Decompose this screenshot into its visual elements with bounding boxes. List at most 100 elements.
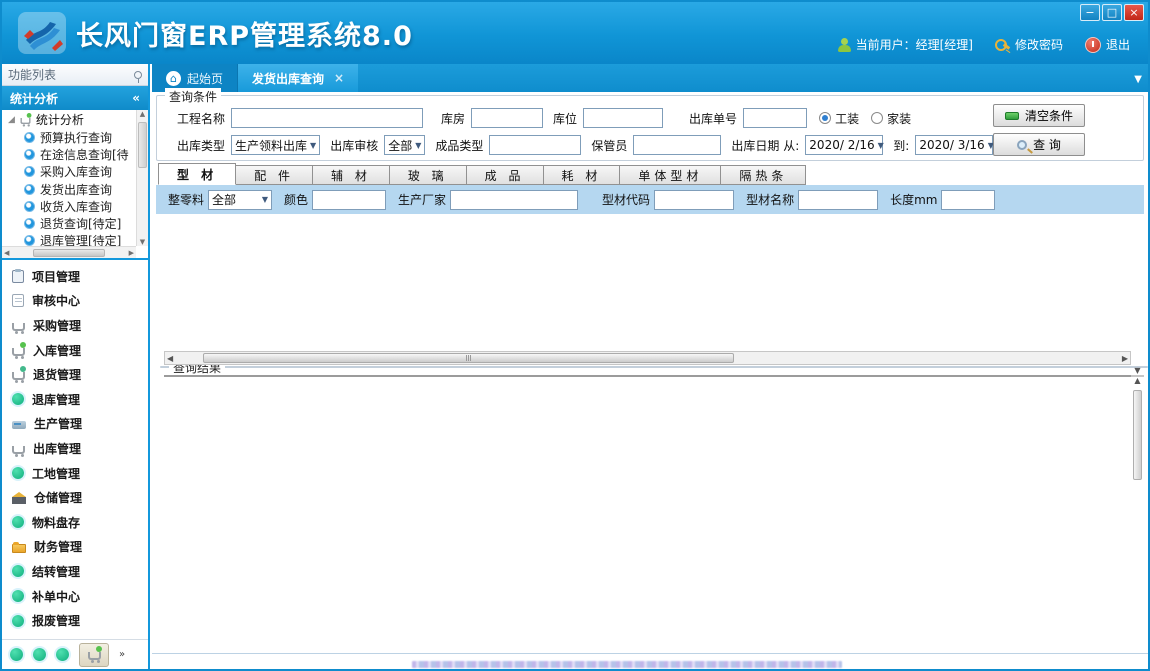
outbound-type-select[interactable]: 生产领料出库▼ [231, 135, 320, 155]
sidebar-item-dot[interactable]: 报废管理 [2, 608, 148, 633]
column-header[interactable]: 型材代码 [826, 376, 882, 377]
table-hscrollbar[interactable]: ◀ ▶ [164, 351, 1131, 365]
logout-button[interactable]: 退出 [1085, 36, 1130, 53]
query-group-title: 查询条件 [165, 88, 221, 105]
sidebar-item-warehouse[interactable]: 仓储管理 [2, 485, 148, 510]
app-window: 长风门窗ERP管理系统8.0 − □ × 当前用户：经理[经理] 修改密码 退出… [0, 0, 1150, 671]
material-tab[interactable]: 成 品 [467, 165, 544, 185]
sidebar-item-dot[interactable]: 工地管理 [2, 461, 148, 486]
order-no-input[interactable] [743, 108, 807, 128]
maker-input[interactable] [450, 190, 578, 210]
column-header[interactable]: 库房 [469, 376, 509, 377]
column-header[interactable]: 长度 [934, 376, 976, 377]
tree-item[interactable]: 采购入库查询 [2, 163, 148, 180]
quick-dot-icon[interactable] [33, 648, 46, 661]
material-tab[interactable]: 型 材 [158, 163, 236, 185]
dot-icon [12, 467, 24, 479]
tree-item[interactable]: 退货查询[待定] [2, 215, 148, 232]
profile-code-label: 型材代码 [602, 191, 650, 208]
sidebar-item-cart-return[interactable]: 退货管理 [2, 362, 148, 387]
column-header[interactable]: 生产厂家 [776, 376, 826, 377]
change-password-button[interactable]: 修改密码 [995, 36, 1063, 53]
tree-root-node[interactable]: ◢ 统计分析 [2, 110, 148, 129]
sidebar-item-cart-out[interactable]: 出库管理 [2, 436, 148, 461]
project-name-input[interactable] [231, 108, 423, 128]
column-header[interactable]: 出库单号 [237, 376, 287, 377]
user-bar: 当前用户：经理[经理] 修改密码 退出 [823, 36, 1130, 53]
radio-jiazhuang[interactable] [871, 112, 883, 124]
column-header[interactable]: 保管员 [419, 376, 469, 377]
profile-name-input[interactable] [798, 190, 878, 210]
tree-item[interactable]: 收货入库查询 [2, 198, 148, 215]
column-header[interactable]: 工程 [349, 376, 419, 377]
whole-piece-select[interactable]: 全部▼ [208, 190, 272, 210]
column-header[interactable]: 颜色 [602, 376, 646, 377]
expand-arrow-icon[interactable]: ◢ [8, 115, 15, 125]
search-button[interactable]: 查 询 [993, 133, 1085, 156]
sidebar-expander[interactable]: » [119, 651, 125, 659]
column-header[interactable]: 出库类型 [165, 376, 237, 377]
material-tab[interactable]: 耗 材 [544, 165, 621, 185]
stats-section-header[interactable]: 统计分析 « [2, 86, 148, 110]
material-tab[interactable]: 单体型材 [620, 165, 721, 185]
sidebar-item-dot[interactable]: 退库管理 [2, 387, 148, 412]
sidebar-item-dot[interactable]: 补单中心 [2, 584, 148, 609]
tree-hscrollbar[interactable]: ◀▶ [2, 246, 136, 258]
sidebar-item-folder[interactable]: 财务管理 [2, 535, 148, 560]
tree-item[interactable]: 发货出库查询 [2, 181, 148, 198]
sidebar-item-clipboard[interactable]: 项目管理 [2, 264, 148, 289]
date-from-picker[interactable]: 2020/ 2/16▼ [805, 135, 883, 155]
color-input[interactable] [312, 190, 386, 210]
length-input[interactable] [941, 190, 995, 210]
tab-shipment-query[interactable]: 发货出库查询 × [238, 64, 358, 92]
sidebar-item-cart-in[interactable]: 入库管理 [2, 338, 148, 363]
pin-icon[interactable] [134, 71, 142, 79]
column-header[interactable]: 型材名称 [882, 376, 934, 377]
column-header[interactable]: 表面处理 [688, 376, 736, 377]
quick-dot-icon[interactable] [10, 648, 23, 661]
column-header[interactable]: 数量 [976, 376, 1022, 377]
sidebar-item-production[interactable]: 生产管理 [2, 412, 148, 437]
tree-item[interactable]: 预算执行查询 [2, 129, 148, 146]
profile-code-input[interactable] [654, 190, 734, 210]
search-icon [1017, 140, 1027, 150]
product-type-input[interactable] [489, 135, 581, 155]
maximize-button[interactable]: □ [1102, 4, 1122, 21]
material-tab[interactable]: 辅 材 [313, 165, 390, 185]
keeper-input[interactable] [633, 135, 721, 155]
column-header[interactable]: 金 [1118, 376, 1131, 377]
quick-dot-icon[interactable] [56, 648, 69, 661]
warehouse-input[interactable] [471, 108, 543, 128]
sidebar-item-note[interactable]: 审核中心 [2, 289, 148, 314]
user-icon [837, 38, 851, 52]
material-tab[interactable]: 隔热条 [721, 165, 806, 185]
location-input[interactable] [583, 108, 663, 128]
column-header[interactable]: 膜厚 [736, 376, 776, 377]
column-header[interactable]: 整零料 [556, 376, 602, 377]
column-header[interactable]: 出库长度 [1022, 376, 1070, 377]
material-tab[interactable]: 配 件 [236, 165, 313, 185]
sidebar-item-dot[interactable]: 物料盘存 [2, 510, 148, 535]
tab-overflow-icon[interactable]: ▼ [1134, 74, 1142, 85]
close-button[interactable]: × [1124, 4, 1144, 21]
collapse-icon[interactable]: « [132, 91, 140, 105]
title-bar: 长风门窗ERP管理系统8.0 − □ × 当前用户：经理[经理] 修改密码 退出 [2, 2, 1148, 64]
clear-conditions-button[interactable]: 清空条件 [993, 104, 1085, 127]
column-header[interactable]: 单价 [1070, 376, 1118, 377]
audit-select[interactable]: 全部▼ [384, 135, 425, 155]
stats-quick-button[interactable] [79, 643, 109, 667]
column-header[interactable]: 出库日期 [287, 376, 349, 377]
radio-gongzhuang[interactable] [819, 112, 831, 124]
tree-item[interactable]: 在途信息查询[待 [2, 146, 148, 163]
tree-vscrollbar[interactable]: ▲▼ [136, 110, 148, 246]
sidebar: 功能列表 统计分析 « ◢ 统计分析 预算执行查询在途信息查询[待采购入库查询发… [2, 64, 150, 669]
material-tab[interactable]: 玻 璃 [390, 165, 467, 185]
sidebar-item-cart[interactable]: 采购管理 [2, 313, 148, 338]
column-header[interactable]: 材质 [646, 376, 688, 377]
sidebar-item-dot[interactable]: 结转管理 [2, 559, 148, 584]
minimize-button[interactable]: − [1080, 4, 1100, 21]
tab-close-icon[interactable]: × [334, 71, 344, 85]
table-vscrollbar[interactable]: ▲▼ [1131, 375, 1144, 377]
date-to-picker[interactable]: 2020/ 3/16▼ [915, 135, 993, 155]
column-header[interactable]: 库位 [509, 376, 555, 377]
